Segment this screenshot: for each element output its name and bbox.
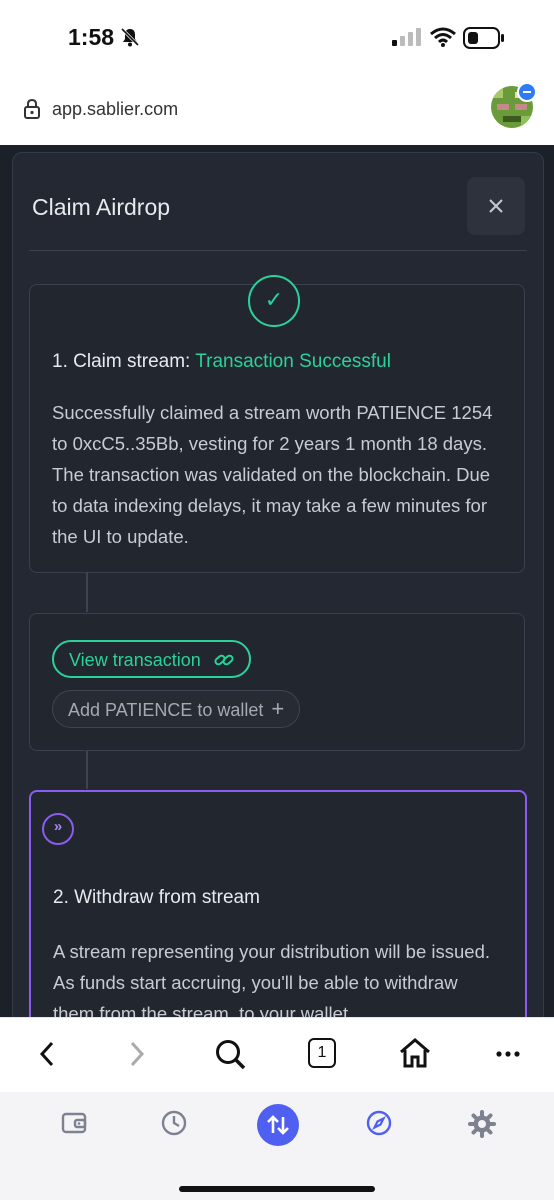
status-bar: 1:58 <box>0 0 554 75</box>
pending-indicator: » <box>42 813 74 845</box>
clock-icon[interactable] <box>160 1109 188 1137</box>
chevron-double-right-icon: » <box>53 818 63 835</box>
app-tab-bar <box>0 1092 554 1200</box>
more-icon[interactable] <box>496 1051 520 1057</box>
wifi-icon <box>430 27 456 47</box>
add-token-label: Add PATIENCE to wallet <box>68 700 264 720</box>
tabs-button[interactable]: 1 <box>308 1038 336 1068</box>
swap-icon <box>267 1115 289 1135</box>
view-transaction-label: View transaction <box>69 650 201 670</box>
url-bar[interactable]: app.sablier.com <box>0 75 554 145</box>
browser-toolbar: 1 <box>0 1017 554 1093</box>
tab-count: 1 <box>317 1044 327 1061</box>
battery-icon <box>463 27 504 49</box>
step2-body: A stream representing your distribution … <box>53 941 491 1017</box>
swap-tab-button[interactable] <box>257 1104 299 1146</box>
lock-icon <box>24 99 40 119</box>
page-content: Claim Airdrop ✓ 1. Claim stream: Transac… <box>0 145 554 1017</box>
claim-airdrop-modal: Claim Airdrop ✓ 1. Claim stream: Transac… <box>12 152 544 1017</box>
bell-slash-icon <box>120 27 140 47</box>
close-icon <box>489 199 503 213</box>
step1-status: Transaction Successful <box>195 351 391 372</box>
view-transaction-button[interactable]: View transaction <box>52 640 251 678</box>
step1-title-prefix: 1. Claim stream: <box>52 351 191 372</box>
divider <box>29 250 527 251</box>
status-time: 1:58 <box>68 24 115 50</box>
actions-card: View transaction Add PATIENCE to wallet + <box>29 613 525 751</box>
signal-icon <box>392 28 421 46</box>
extension-badge <box>517 82 537 102</box>
step1-body: Successfully claimed a stream worth PATI… <box>52 402 493 547</box>
success-check: ✓ <box>248 275 300 327</box>
modal-title: Claim Airdrop <box>32 194 171 220</box>
search-icon[interactable] <box>214 1038 246 1070</box>
step2-title: 2. Withdraw from stream <box>53 887 260 908</box>
home-indicator <box>179 1186 375 1192</box>
close-button[interactable] <box>467 177 525 235</box>
url-text[interactable]: app.sablier.com <box>52 99 178 120</box>
step-connector <box>86 750 88 789</box>
step2-card: » 2. Withdraw from stream A stream repre… <box>29 790 527 1017</box>
gear-icon[interactable] <box>467 1109 497 1139</box>
link-icon <box>209 650 234 670</box>
plus-icon: + <box>271 696 285 721</box>
compass-icon[interactable] <box>365 1109 393 1137</box>
back-icon[interactable] <box>38 1040 56 1068</box>
add-token-button[interactable]: Add PATIENCE to wallet + <box>52 690 301 728</box>
wallet-icon[interactable] <box>60 1109 88 1137</box>
step1-card: ✓ 1. Claim stream: Transaction Successfu… <box>29 275 525 573</box>
forward-icon[interactable] <box>128 1040 146 1068</box>
step-connector <box>86 572 88 612</box>
check-icon: ✓ <box>264 287 284 312</box>
home-icon[interactable] <box>398 1037 432 1069</box>
step1-title: 1. Claim stream: Transaction Successful <box>52 351 391 373</box>
